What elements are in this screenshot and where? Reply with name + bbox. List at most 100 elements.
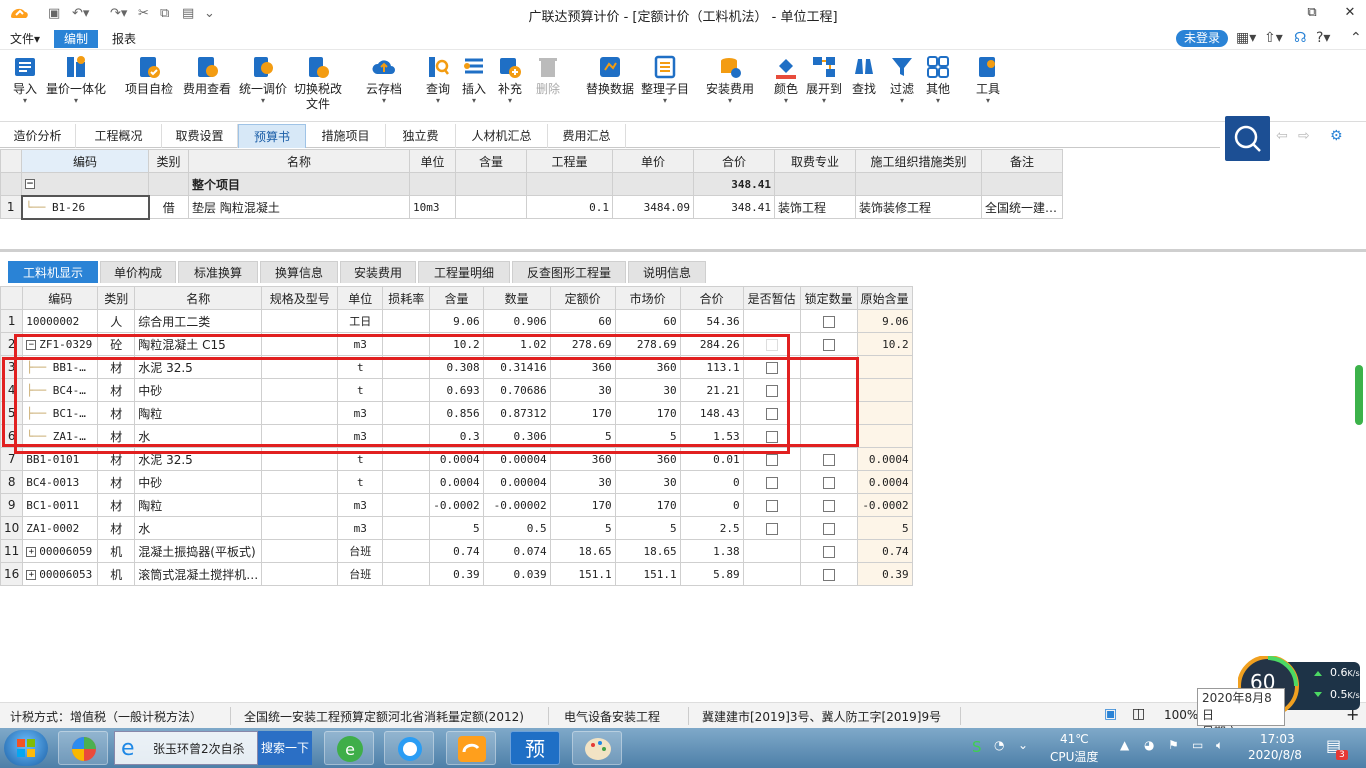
col-lock-quantity[interactable]: 锁定数量	[799, 286, 858, 310]
start-button[interactable]	[4, 730, 48, 766]
col-quantity[interactable]: 数量	[482, 286, 551, 310]
clock-time[interactable]: 17:03	[1260, 732, 1295, 746]
lock-quantity-checkbox[interactable]	[822, 315, 835, 328]
table-row[interactable]: 3 ├── BB1-… 材水泥 32.5 t 0.308 0.31416 360 360 113…	[0, 355, 913, 379]
table-row[interactable]: 16 +00006053 机滚筒式混凝土搅拌机… 台班 0.39 0.039 151.1 15…	[0, 562, 913, 586]
table-row[interactable]: 1 └── B1-26 借 垫层 陶粒混凝土 10m3 0.1 3484.09 …	[0, 194, 1063, 220]
panel-splitter[interactable]	[0, 249, 1366, 252]
table-row[interactable]: 2− ZF1-0329 砼陶粒混凝土 C15 m3 10.2 1.02 278.69 278.…	[0, 332, 913, 356]
menu-file[interactable]: 文件▾	[2, 30, 48, 48]
lock-quantity-checkbox[interactable]	[822, 499, 835, 512]
col-estimated[interactable]: 是否暂估	[742, 286, 801, 310]
estimated-checkbox[interactable]	[765, 430, 778, 443]
col-code[interactable]: 编码	[21, 149, 149, 173]
tray-expand-icon[interactable]: ⌄	[1018, 738, 1028, 752]
col-name[interactable]: 名称	[134, 286, 263, 310]
menu-report[interactable]: 报表	[104, 30, 144, 48]
arrow-left-icon[interactable]: ⇦	[1276, 128, 1288, 144]
expand-to-button[interactable]: 展开到 ▾	[804, 54, 844, 105]
tab-standard-conversion[interactable]: 标准换算	[178, 261, 258, 283]
supplement-button[interactable]: 补充 ▾	[494, 54, 526, 105]
lock-quantity-checkbox[interactable]	[822, 545, 835, 558]
col-code[interactable]: 编码	[22, 286, 99, 310]
help-icon[interactable]: ?▾	[1316, 30, 1330, 46]
lock-quantity-checkbox[interactable]	[822, 568, 835, 581]
col-org-measure[interactable]: 施工组织措施类别	[855, 149, 982, 173]
restore-window-icon[interactable]: ⧉	[1296, 2, 1328, 24]
col-unit[interactable]: 单位	[337, 286, 384, 310]
layout-view-icon[interactable]: ▣	[1104, 706, 1117, 722]
col-type[interactable]: 类别	[97, 286, 136, 310]
tab-quantity-detail[interactable]: 工程量明细	[418, 261, 510, 283]
col-market-price[interactable]: 市场价	[614, 286, 681, 310]
table-row[interactable]: 1 10000002 人综合用工二类 工日 9.06 0.906 60 60 54.36 9.06	[0, 309, 913, 333]
col-content[interactable]: 含量	[455, 149, 527, 173]
tray-monitor-icon[interactable]: ▭	[1192, 738, 1203, 752]
tab-labor-material-summary[interactable]: 人材机汇总	[456, 124, 548, 148]
col-base-price[interactable]: 定额价	[549, 286, 616, 310]
color-button[interactable]: 颜色 ▾	[770, 54, 802, 105]
table-row[interactable]: 9 BC1-0011 材陶粒 m3 -0.0002 -0.00002 170 170 0 -0.0…	[0, 493, 913, 517]
estimated-checkbox[interactable]	[765, 384, 778, 397]
tray-s-icon[interactable]: S	[972, 738, 982, 756]
query-button[interactable]: 查询 ▾	[422, 54, 454, 105]
taskbar-app-browser[interactable]	[58, 731, 108, 765]
estimated-checkbox[interactable]	[765, 499, 778, 512]
lock-quantity-checkbox[interactable]	[822, 522, 835, 535]
estimated-checkbox[interactable]	[765, 338, 778, 351]
delete-button[interactable]: 删除	[532, 54, 564, 97]
tab-labor-material-display[interactable]: 工料机显示	[8, 261, 98, 283]
quantity-price-button[interactable]: 量价一体化 ▾	[44, 54, 108, 105]
tab-fee-settings[interactable]: 取费设置	[162, 124, 238, 148]
split-view-icon[interactable]: ◫	[1132, 706, 1145, 722]
tools-button[interactable]: 工具 ▾	[972, 54, 1004, 105]
col-unit-price[interactable]: 单价	[612, 149, 694, 173]
project-group-row[interactable]: − 整个项目 348.41	[0, 172, 1063, 196]
estimated-checkbox[interactable]	[765, 407, 778, 420]
tab-budget-book[interactable]: 预算书	[238, 124, 306, 148]
tab-measures[interactable]: 措施项目	[306, 124, 386, 148]
tab-independent-fee[interactable]: 独立费	[386, 124, 456, 148]
unified-price-button[interactable]: 统一调价 ▾	[236, 54, 290, 105]
column-settings-icon[interactable]: ⚙	[1330, 128, 1343, 144]
organize-items-button[interactable]: 整理子目 ▾	[640, 54, 690, 105]
tab-unit-price-composition[interactable]: 单价构成	[100, 261, 176, 283]
taskbar-app-360[interactable]: e	[324, 731, 374, 765]
col-note[interactable]: 备注	[981, 149, 1063, 173]
col-type[interactable]: 类别	[148, 149, 189, 173]
col-total[interactable]: 合价	[679, 286, 744, 310]
collapse-icon[interactable]: −	[25, 179, 35, 190]
col-total[interactable]: 合价	[693, 149, 775, 173]
collapse-icon[interactable]: −	[26, 339, 37, 350]
table-row[interactable]: 6 └── ZA1-… 材水 m3 0.3 0.306 5 5 1.53	[0, 424, 913, 448]
taskbar-search-button[interactable]: 搜索一下	[258, 731, 312, 765]
tray-flag-icon[interactable]: ⚑	[1168, 738, 1179, 752]
replace-data-button[interactable]: 替换数据	[584, 54, 636, 97]
estimated-checkbox[interactable]	[765, 522, 778, 535]
project-check-button[interactable]: 项目自检	[122, 54, 176, 97]
estimated-checkbox[interactable]	[765, 361, 778, 374]
grid-view-icon[interactable]: ▦▾	[1236, 30, 1256, 46]
estimated-checkbox[interactable]	[765, 476, 778, 489]
cloud-archive-button[interactable]: 云存档 ▾	[362, 54, 406, 105]
menu-edit[interactable]: 编制	[54, 30, 98, 48]
col-loss-rate[interactable]: 损耗率	[382, 286, 431, 310]
col-original-content[interactable]: 原始含量	[856, 286, 913, 310]
table-row[interactable]: 10 ZA1-0002 材水 m3 5 0.5 5 5 2.5 5	[0, 516, 913, 540]
lock-quantity-checkbox[interactable]	[822, 453, 835, 466]
switch-tax-file-button[interactable]: 切换税改 文件	[292, 54, 344, 112]
filter-button[interactable]: 过滤 ▾	[886, 54, 918, 105]
scroll-indicator[interactable]	[1355, 365, 1363, 425]
col-spec[interactable]: 规格及型号	[261, 286, 339, 310]
table-row[interactable]: 7 BB1-0101 材水泥 32.5 t 0.0004 0.00004 360 360 0.0…	[0, 447, 913, 471]
taskbar-ie-window[interactable]: e 张玉环曾2次自杀	[114, 731, 258, 765]
install-fee-button[interactable]: 安装费用 ▾	[704, 54, 756, 105]
fee-view-button[interactable]: 费用查看	[180, 54, 234, 97]
insert-button[interactable]: 插入 ▾	[458, 54, 490, 105]
tab-fee-summary[interactable]: 费用汇总	[548, 124, 626, 148]
taskbar-app-glodon[interactable]	[446, 731, 496, 765]
table-row[interactable]: 4 ├── BC4-… 材中砂 t 0.693 0.70686 30 30 21.21	[0, 378, 913, 402]
tray-360-icon[interactable]: ◔	[994, 738, 1004, 752]
lock-quantity-checkbox[interactable]	[822, 476, 835, 489]
other-button[interactable]: 其他 ▾	[922, 54, 954, 105]
